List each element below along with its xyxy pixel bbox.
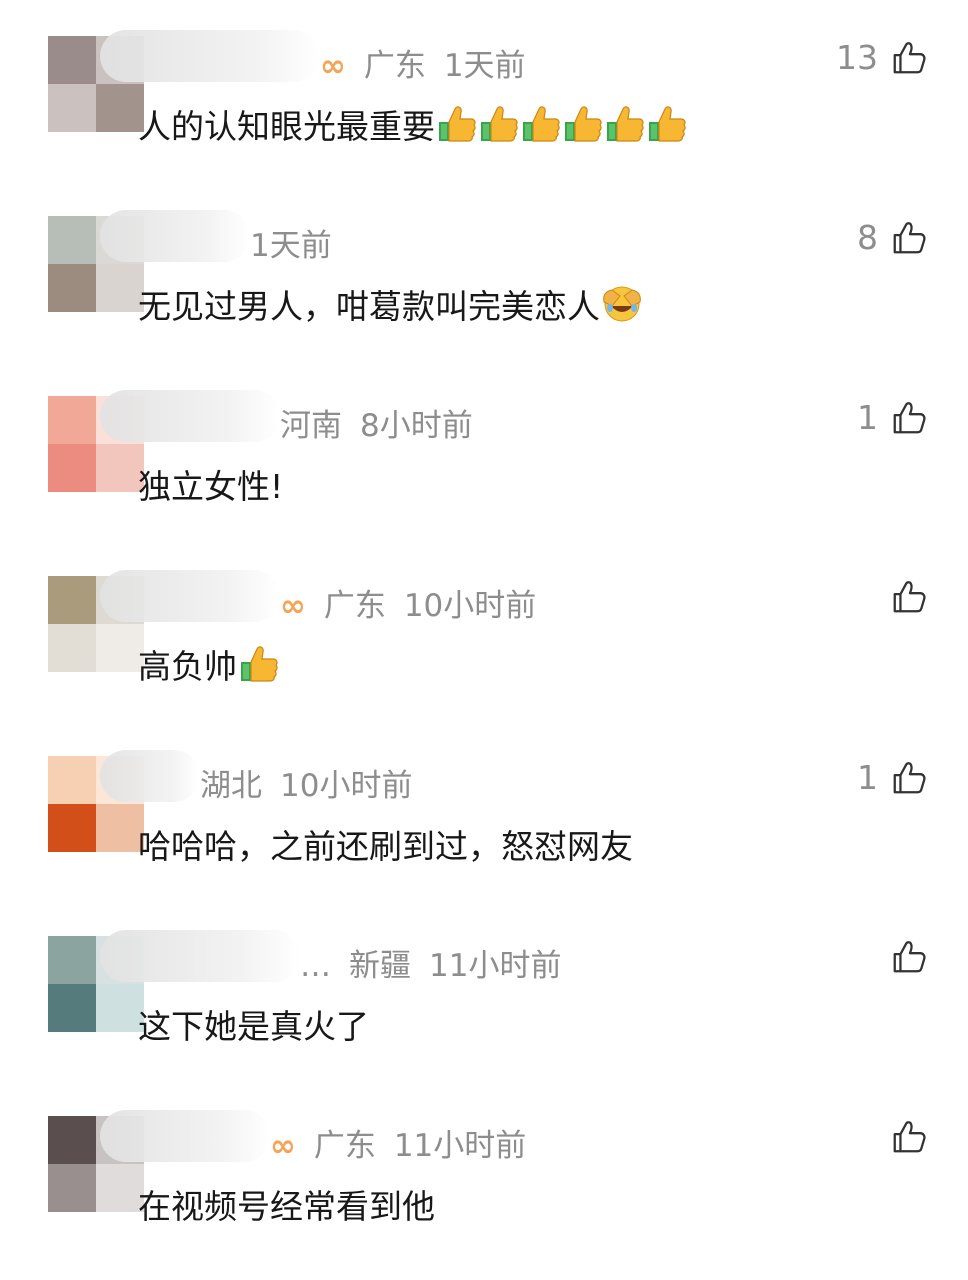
- comment-item: ∞ 广东 10小时前高负帅: [0, 560, 968, 740]
- comment-region: 广东: [313, 1128, 376, 1164]
- comment-body: 无见过男人，咁葛款叫完美恋人: [138, 287, 600, 326]
- comment-meta: 河南 8小时前: [280, 400, 491, 445]
- thumbs-up-outline-icon: [890, 1118, 928, 1156]
- comment-region: 广东: [323, 588, 386, 624]
- like-count: 1: [857, 758, 878, 797]
- comment-time: 11小时前: [393, 1128, 527, 1164]
- comment-text: 高负帅: [138, 640, 279, 688]
- thumbs-up-icon: [521, 104, 561, 144]
- like-button[interactable]: 1: [857, 758, 928, 797]
- comment-text: 人的认知眼光最重要: [138, 100, 687, 148]
- thumbs-up-outline-icon: [890, 578, 928, 616]
- comment-body: 在视频号经常看到他: [138, 1187, 435, 1226]
- facepalm-laugh-icon: [602, 284, 642, 324]
- comment-text: 哈哈哈，之前还刷到过，怒怼网友: [138, 820, 633, 868]
- like-button[interactable]: [878, 1118, 928, 1156]
- username-blurred[interactable]: [100, 390, 280, 442]
- username-blurred[interactable]: [100, 930, 300, 982]
- thumbs-up-icon: [563, 104, 603, 144]
- comment-item: … 新疆 11小时前这下她是真火了: [0, 920, 968, 1100]
- comment-region: 河南: [280, 408, 342, 444]
- comment-time: 1天前: [443, 48, 526, 84]
- comment-body: 哈哈哈，之前还刷到过，怒怼网友: [138, 827, 633, 866]
- username-blurred[interactable]: [100, 210, 250, 262]
- comment-time: 11小时前: [429, 948, 562, 984]
- username-blurred[interactable]: [100, 570, 280, 622]
- comment-item: 1天前无见过男人，咁葛款叫完美恋人 8: [0, 200, 968, 380]
- like-button[interactable]: [878, 578, 928, 616]
- comment-text: 无见过男人，咁葛款叫完美恋人: [138, 280, 642, 328]
- comment-text: 这下她是真火了: [138, 1000, 369, 1048]
- thumbs-up-outline-icon: [890, 759, 928, 797]
- thumbs-up-icon: [479, 104, 519, 144]
- comment-time: 10小时前: [280, 768, 413, 804]
- thumbs-up-outline-icon: [890, 39, 928, 77]
- comment-text: 独立女性!: [138, 460, 283, 508]
- like-count: 1: [857, 398, 878, 437]
- like-button[interactable]: 1: [857, 398, 928, 437]
- like-button[interactable]: 8: [857, 218, 928, 257]
- comment-item: 湖北 10小时前哈哈哈，之前还刷到过，怒怼网友 1: [0, 740, 968, 920]
- comment-text: 在视频号经常看到他: [138, 1180, 435, 1228]
- comment-body: 这下她是真火了: [138, 1007, 369, 1046]
- thumbs-up-icon: [239, 644, 279, 684]
- comment-body: 独立女性!: [138, 467, 284, 506]
- comment-meta: ∞ 广东 10小时前: [280, 580, 554, 625]
- badge-icon: ∞: [280, 588, 306, 624]
- comment-item: ∞ 广东 11小时前在视频号经常看到他: [0, 1100, 968, 1280]
- comment-region: 湖北: [200, 768, 262, 804]
- comment-meta: ∞ 广东 1天前: [320, 40, 544, 85]
- like-count: 13: [836, 38, 878, 77]
- username-blurred[interactable]: [100, 30, 320, 82]
- username-ellipsis: …: [300, 948, 331, 984]
- thumbs-up-outline-icon: [890, 938, 928, 976]
- thumbs-up-icon: [647, 104, 687, 144]
- comment-region: 新疆: [349, 948, 411, 984]
- comment-meta: 1天前: [250, 220, 350, 265]
- like-count: 8: [857, 218, 878, 257]
- comment-item: 河南 8小时前独立女性! 1: [0, 380, 968, 560]
- comment-body: 高负帅: [138, 647, 237, 686]
- comment-meta: ∞ 广东 11小时前: [270, 1120, 544, 1165]
- comment-time: 1天前: [250, 228, 332, 264]
- username-blurred[interactable]: [100, 1110, 270, 1162]
- comment-body: 人的认知眼光最重要: [138, 107, 435, 146]
- like-button[interactable]: [878, 938, 928, 976]
- comment-time: 10小时前: [403, 588, 537, 624]
- username-blurred[interactable]: [100, 750, 200, 802]
- thumbs-up-outline-icon: [890, 399, 928, 437]
- comment-meta: … 新疆 11小时前: [300, 940, 579, 985]
- comment-time: 8小时前: [360, 408, 473, 444]
- like-button[interactable]: 13: [836, 38, 928, 77]
- badge-icon: ∞: [320, 48, 346, 84]
- thumbs-up-outline-icon: [890, 219, 928, 257]
- comment-meta: 湖北 10小时前: [200, 760, 430, 805]
- badge-icon: ∞: [270, 1128, 296, 1164]
- comment-region: 广东: [363, 48, 426, 84]
- thumbs-up-icon: [605, 104, 645, 144]
- thumbs-up-icon: [437, 104, 477, 144]
- comment-item: ∞ 广东 1天前 人的认知眼光最重要 13: [0, 20, 968, 200]
